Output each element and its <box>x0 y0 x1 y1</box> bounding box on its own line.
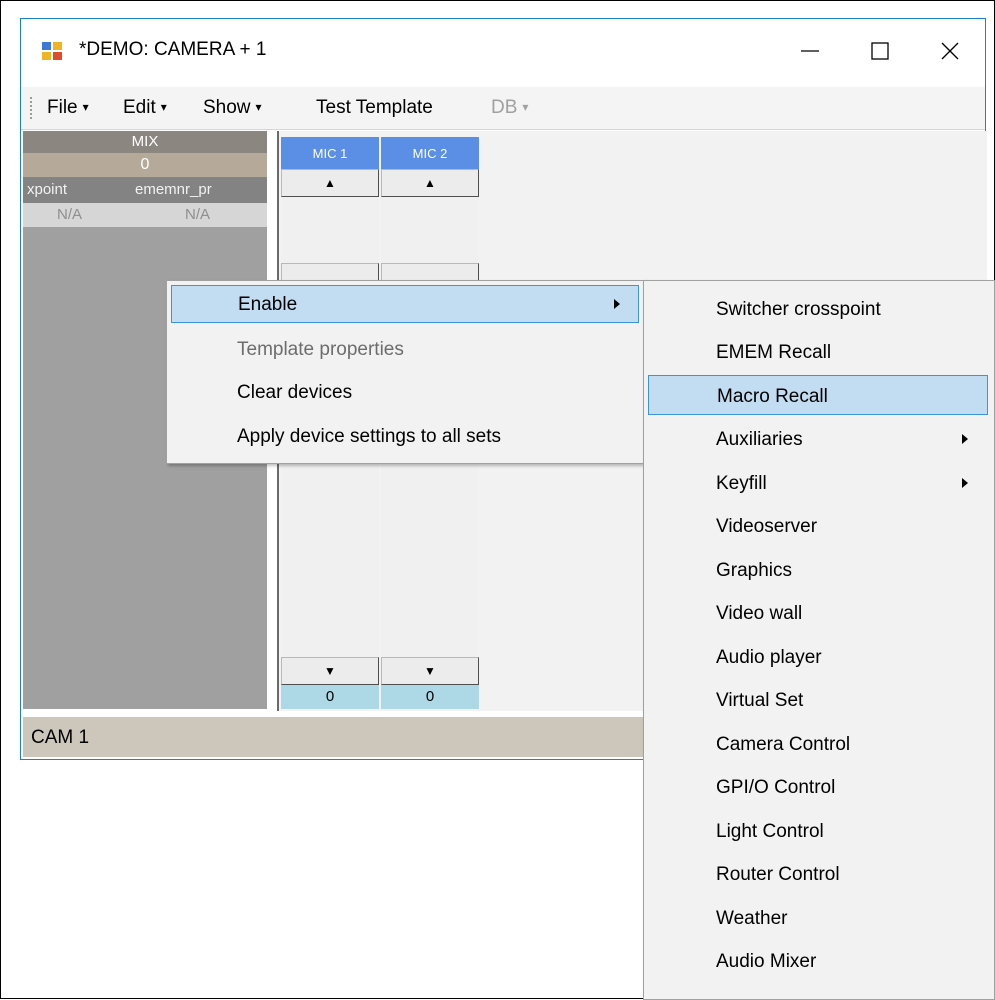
chevron-right-icon <box>614 299 620 309</box>
submenu-item-video-wall[interactable]: Video wall <box>648 593 988 633</box>
mic-1-fader-track[interactable] <box>281 263 379 281</box>
arrow-up-icon: ▲ <box>424 176 436 190</box>
menu-item-apply-device-settings[interactable]: Apply device settings to all sets <box>171 418 639 456</box>
submenu-item-macro-recall[interactable]: Macro Recall <box>648 375 988 415</box>
chevron-down-icon: ▾ <box>82 100 89 114</box>
chevron-right-icon <box>962 434 968 444</box>
enable-submenu: Switcher crosspoint EMEM Recall Macro Re… <box>643 280 995 1000</box>
minimize-icon <box>801 50 819 52</box>
arrow-up-icon: ▲ <box>324 176 336 190</box>
submenu-item-router-control[interactable]: Router Control <box>648 854 988 894</box>
close-icon <box>941 42 959 60</box>
submenu-item-light-control[interactable]: Light Control <box>648 811 988 851</box>
maximize-button[interactable] <box>845 19 915 83</box>
mic-2-header[interactable]: MIC 2 <box>381 137 479 169</box>
mic-2-value: 0 <box>381 685 479 709</box>
arrow-down-icon: ▼ <box>324 664 336 678</box>
mix-value: 0 <box>23 153 267 177</box>
column-xpoint: xpoint <box>27 181 68 198</box>
mix-values-row: N/A N/A <box>23 203 267 227</box>
mic-1-down-button[interactable]: ▼ <box>281 657 379 685</box>
submenu-item-virtual-set[interactable]: Virtual Set <box>648 680 988 720</box>
maximize-icon <box>871 42 889 60</box>
app-icon <box>42 42 62 60</box>
close-button[interactable] <box>915 19 985 83</box>
mic-1-header[interactable]: MIC 1 <box>281 137 379 169</box>
chevron-down-icon: ▾ <box>160 100 167 114</box>
toolbar-grip[interactable] <box>30 97 32 119</box>
mix-header: MIX <box>23 131 267 153</box>
window-title: *DEMO: CAMERA + 1 <box>79 39 267 60</box>
mic-1-up-button[interactable]: ▲ <box>281 169 379 197</box>
submenu-item-auxiliaries[interactable]: Auxiliaries <box>648 419 988 459</box>
menu-show[interactable]: Show ▾ <box>203 97 262 119</box>
submenu-item-switcher-crosspoint[interactable]: Switcher crosspoint <box>648 289 988 329</box>
column-ememnr: ememnr_pr <box>135 181 212 198</box>
submenu-item-camera-control[interactable]: Camera Control <box>648 724 988 764</box>
mic-2-fader-track[interactable] <box>381 263 479 281</box>
status-text: CAM 1 <box>31 727 90 748</box>
submenu-item-weather[interactable]: Weather <box>648 898 988 938</box>
submenu-item-keyfill[interactable]: Keyfill <box>648 463 988 503</box>
mic-2-down-button[interactable]: ▼ <box>381 657 479 685</box>
mic-1-value: 0 <box>281 685 379 709</box>
menubar: File ▾ Edit ▾ Show ▾ Test Template DB ▾ <box>21 87 985 130</box>
titlebar[interactable]: *DEMO: CAMERA + 1 <box>21 19 985 87</box>
menu-file[interactable]: File ▾ <box>47 97 89 119</box>
menu-item-clear-devices[interactable]: Clear devices <box>171 374 639 412</box>
menu-db[interactable]: DB ▾ <box>491 97 528 119</box>
submenu-item-gpio-control[interactable]: GPI/O Control <box>648 767 988 807</box>
arrow-down-icon: ▼ <box>424 664 436 678</box>
submenu-item-emem-recall[interactable]: EMEM Recall <box>648 332 988 372</box>
chevron-right-icon <box>962 478 968 488</box>
submenu-item-graphics[interactable]: Graphics <box>648 550 988 590</box>
ememnr-value: N/A <box>185 206 211 223</box>
minimize-button[interactable] <box>775 19 845 83</box>
mic-2-up-button[interactable]: ▲ <box>381 169 479 197</box>
context-menu: Enable Template properties Clear devices… <box>166 280 646 464</box>
menu-test-template[interactable]: Test Template <box>316 97 433 119</box>
submenu-item-videoserver[interactable]: Videoserver <box>648 506 988 546</box>
chevron-down-icon: ▾ <box>255 100 262 114</box>
chevron-down-icon: ▾ <box>522 100 529 114</box>
menu-item-template-properties[interactable]: Template properties <box>171 331 639 369</box>
menu-edit[interactable]: Edit ▾ <box>123 97 167 119</box>
submenu-item-audio-mixer[interactable]: Audio Mixer <box>648 941 988 981</box>
mix-column-headers: xpoint ememnr_pr <box>23 177 267 203</box>
xpoint-value: N/A <box>57 206 83 223</box>
menu-item-enable[interactable]: Enable <box>171 285 639 323</box>
submenu-item-audio-player[interactable]: Audio player <box>648 637 988 677</box>
